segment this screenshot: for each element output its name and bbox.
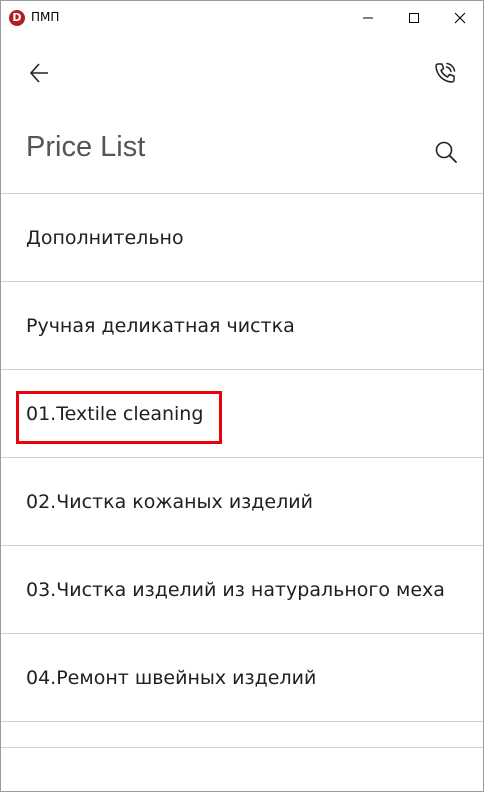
search-button[interactable] (429, 135, 463, 169)
arrow-left-icon (29, 63, 48, 83)
maximize-button[interactable] (391, 1, 437, 34)
back-button[interactable] (23, 57, 55, 89)
page-title: Price List (26, 131, 146, 163)
phone-call-icon (435, 62, 456, 83)
list-item-manual-delicate-cleaning[interactable]: Ручная деликатная чистка (1, 282, 483, 370)
list-item-label: 02.Чистка кожаных изделий (26, 490, 313, 513)
bottom-divider (1, 747, 483, 748)
close-icon (454, 12, 466, 23)
search-icon (435, 141, 457, 163)
close-button[interactable] (437, 1, 483, 34)
title-bar: D ПМП (1, 1, 483, 34)
list-item-label: 01.Textile cleaning (26, 402, 204, 425)
list-item-additional[interactable]: Дополнительно (1, 194, 483, 282)
list-item-leather-cleaning[interactable]: 02.Чистка кожаных изделий (1, 458, 483, 546)
minimize-button[interactable] (345, 1, 391, 34)
minimize-icon (363, 17, 373, 18)
list-item-textile-cleaning[interactable]: 01.Textile cleaning (1, 370, 483, 458)
list-item-label: 03.Чистка изделий из натурального меха (26, 578, 445, 601)
price-list: Дополнительно Ручная деликатная чистка 0… (1, 193, 483, 722)
maximize-icon (409, 12, 419, 23)
list-item-fur-cleaning[interactable]: 03.Чистка изделий из натурального меха (1, 546, 483, 634)
list-item-sewing-repair[interactable]: 04.Ремонт швейных изделий (1, 634, 483, 722)
call-button[interactable] (429, 57, 461, 89)
list-item-label: Ручная деликатная чистка (26, 314, 295, 337)
app-logo-icon: D (9, 10, 25, 26)
list-item-label: 04.Ремонт швейных изделий (26, 666, 317, 689)
list-item-label: Дополнительно (26, 226, 184, 249)
app-window: D ПМП Price List Дополнительно Ручная де… (0, 0, 484, 792)
window-title: ПМП (31, 10, 60, 24)
